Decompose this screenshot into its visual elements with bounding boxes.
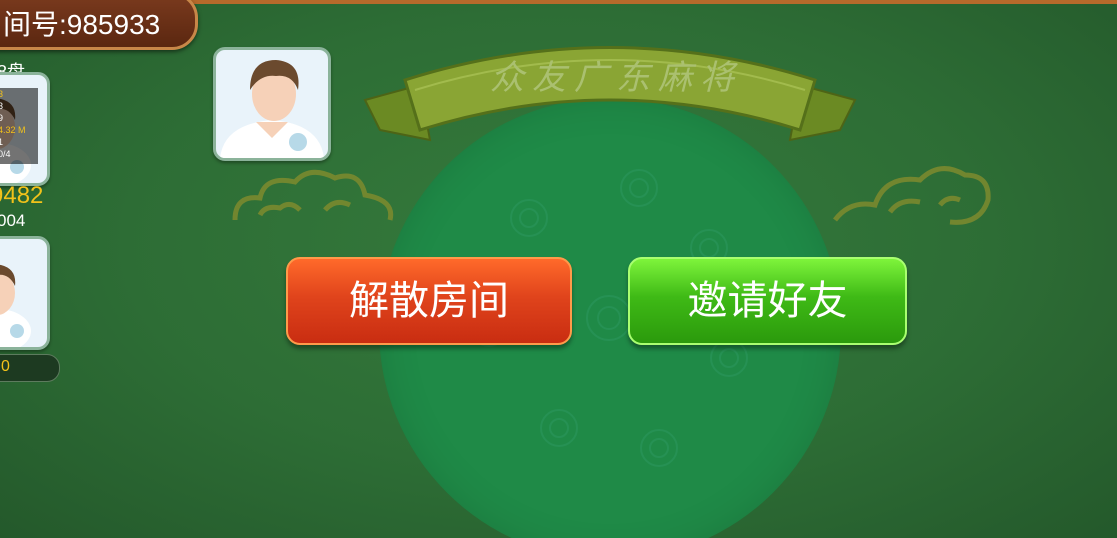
stat-line: 1: [0, 137, 4, 147]
cloud-right-icon: [833, 166, 991, 225]
player2-avatar-icon: [0, 264, 31, 347]
stat-line: 3: [0, 101, 4, 111]
cloud-left-icon: [232, 169, 394, 221]
player2-avatar[interactable]: [0, 236, 50, 350]
player1-id: 004: [0, 211, 26, 230]
game-title: 众友广东麻将: [490, 58, 742, 98]
stat-line: 4.32 M: [0, 125, 26, 135]
stat-line: 3: [0, 89, 4, 99]
room-number-badge: 间号:985933: [0, 0, 198, 50]
stat-line: 0/4: [0, 149, 11, 159]
stat-line: 9: [0, 113, 4, 123]
player2-score: 0: [1, 358, 10, 375]
top-player-avatar[interactable]: [213, 47, 331, 161]
player2-score-pill: 0: [0, 354, 60, 382]
network-stats: 3 3 9 4.32 M 1 0/4: [0, 88, 38, 164]
room-number: 间号:985933: [3, 9, 161, 40]
player1-score: 9482: [0, 182, 44, 209]
game-table: 众友广东麻将 间号:985933 8盘 3 3 9 4.32 M 1: [0, 0, 1117, 538]
dissolve-room-button[interactable]: 解散房间: [286, 257, 572, 345]
top-player-avatar-icon: [220, 60, 324, 158]
invite-friends-button[interactable]: 邀请好友: [628, 257, 907, 345]
